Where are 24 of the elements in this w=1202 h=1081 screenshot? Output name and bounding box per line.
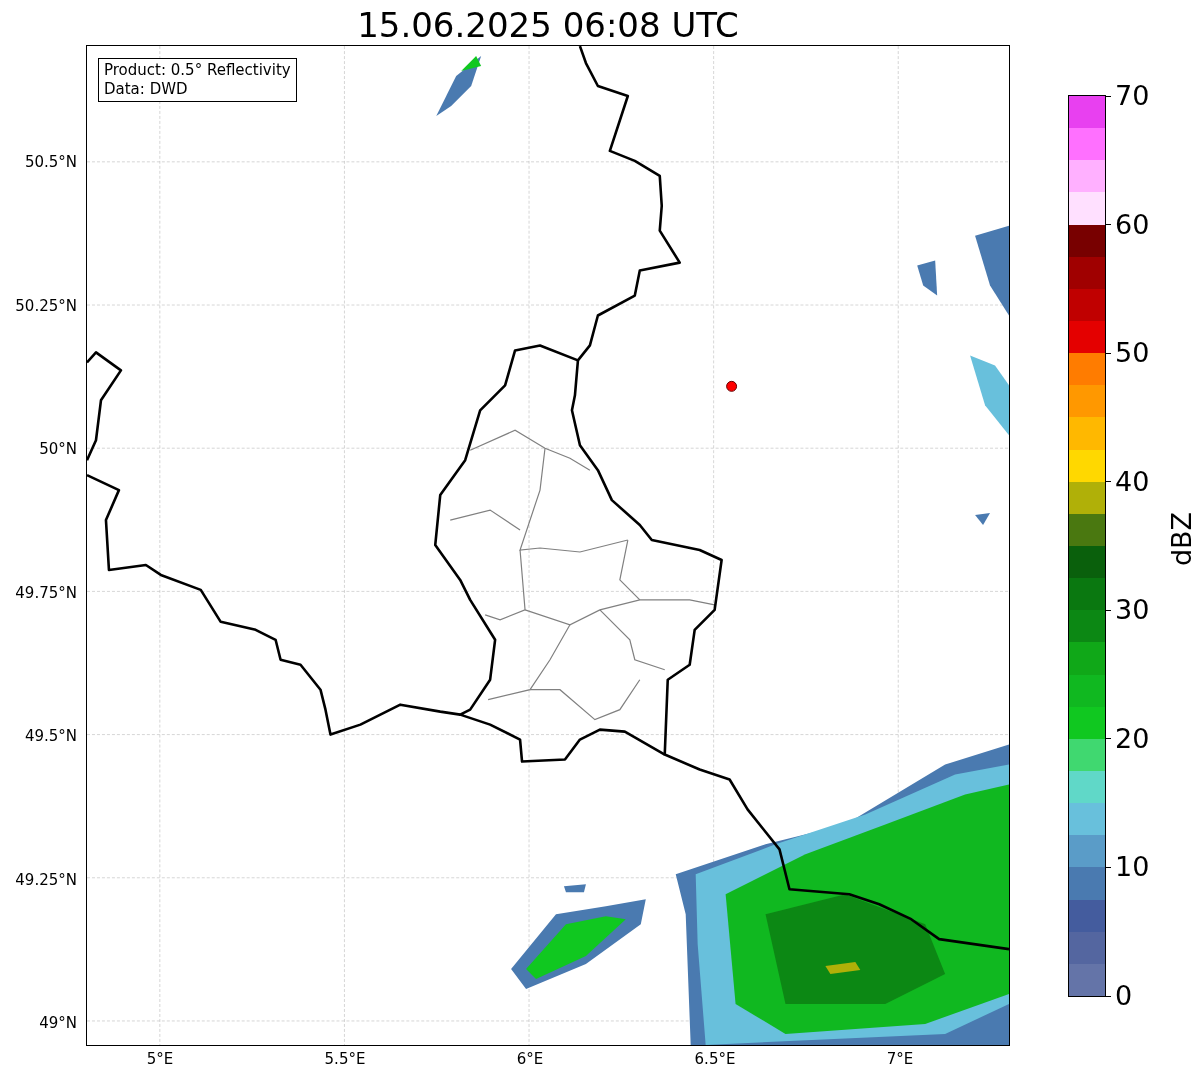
axis-tick-label: 49.25°N	[15, 870, 77, 889]
axis-tick-label: 5°E	[145, 1050, 175, 1068]
axis-tick-label: 49.75°N	[15, 583, 77, 602]
colorbar-tick-label: 10	[1115, 852, 1150, 883]
legend-text: Data: DWD	[104, 80, 189, 99]
axis-tick-label: 49°N	[39, 1014, 77, 1032]
axis-tick-label: 6.5°E	[693, 1050, 737, 1068]
axis-tick-label: 5.5°E	[323, 1050, 367, 1068]
colorbar-tick-label: 50	[1115, 338, 1150, 369]
axis-tick-label: 6°E	[515, 1050, 545, 1068]
colorbar-tick-label: 70	[1115, 81, 1150, 111]
axis-tick-label: 50.5°N	[24, 153, 77, 171]
colorbar-label: dBZ	[1167, 511, 1198, 567]
axis-tick-label: 50°N	[39, 440, 77, 458]
axis-tick-label: 49.5°N	[24, 727, 77, 745]
colorbar-tick-label: 20	[1115, 723, 1150, 754]
colorbar-tick-label: 40	[1115, 466, 1150, 497]
colorbar-tick-label: 60	[1115, 209, 1150, 240]
colorbar-tick-label: 30	[1115, 595, 1150, 626]
chart-title: 15.06.2025 06:08 UTC	[357, 5, 739, 45]
colorbar-tick-label: 0	[1115, 981, 1133, 1011]
axis-tick-label: 50.25°N	[15, 296, 77, 315]
legend-text: Product: 0.5° Reflectivity	[104, 61, 291, 80]
axis-tick-label: 7°E	[885, 1050, 915, 1068]
